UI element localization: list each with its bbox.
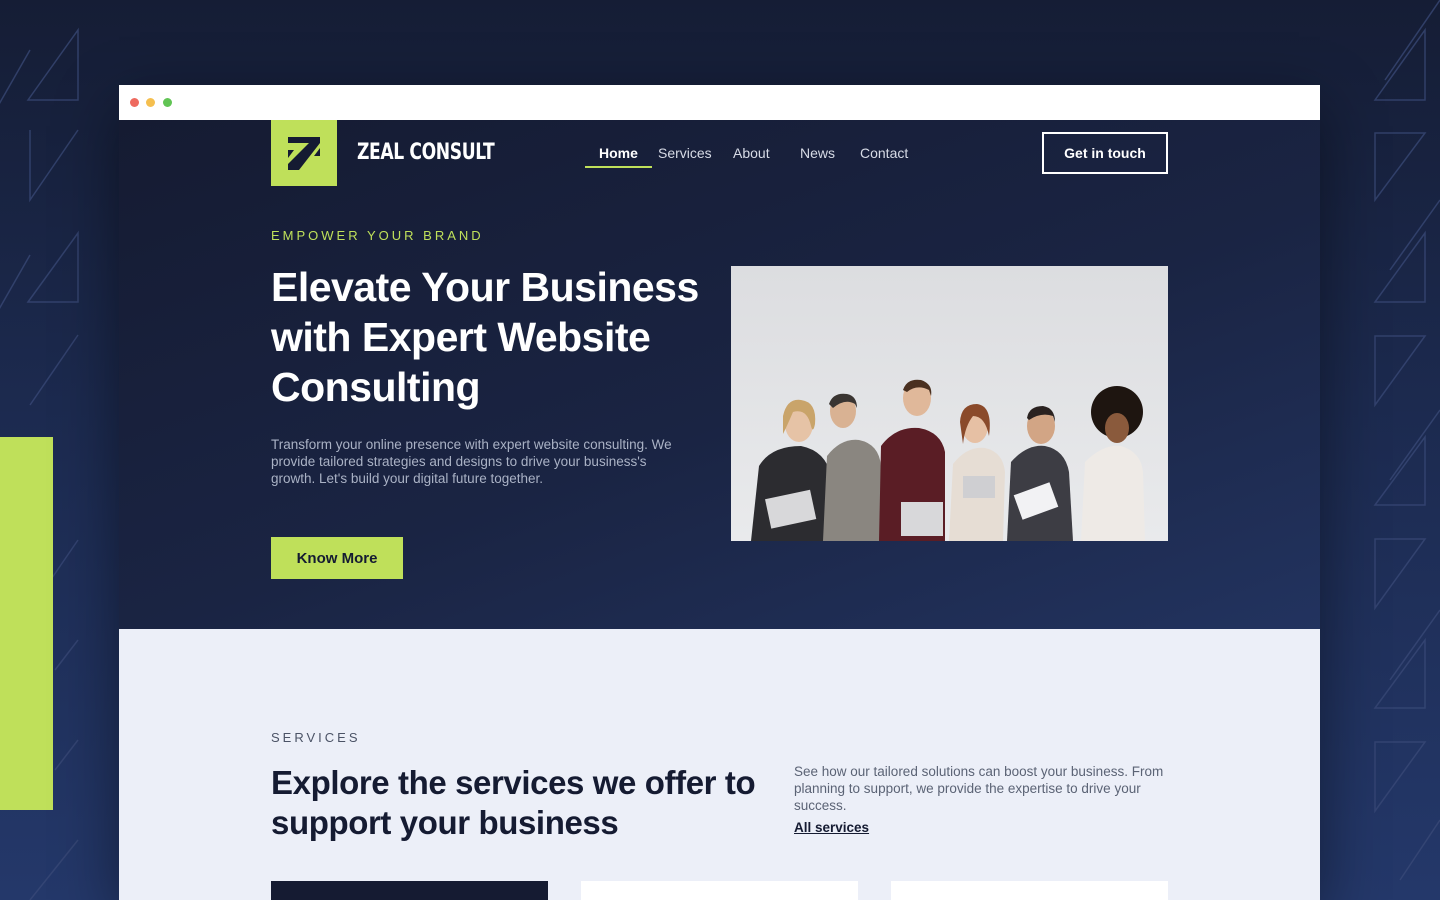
nav-contact[interactable]: Contact — [860, 145, 908, 161]
logo[interactable] — [271, 120, 337, 186]
services-description: See how our tailored solutions can boost… — [794, 764, 1164, 813]
hero-description: Transform your online presence with expe… — [271, 437, 672, 486]
team-photo-icon — [731, 266, 1168, 541]
nav-services[interactable]: Services — [658, 145, 712, 161]
hero-eyebrow: EMPOWER YOUR BRAND — [271, 228, 484, 243]
services-title: Explore the services we offer to support… — [271, 764, 756, 841]
service-card[interactable] — [271, 881, 548, 900]
close-dot-icon[interactable] — [130, 98, 139, 107]
maximize-dot-icon[interactable] — [163, 98, 172, 107]
window-titlebar — [119, 85, 1320, 120]
browser-window: ZEAL CONSULT Home Services About News Co… — [119, 85, 1320, 900]
nav-about[interactable]: About — [733, 145, 770, 161]
brand-name[interactable]: ZEAL CONSULT — [357, 140, 495, 165]
nav-active-underline — [585, 166, 652, 168]
services-section: SERVICES Explore the services we offer t… — [119, 629, 1320, 900]
nav-home[interactable]: Home — [599, 145, 638, 161]
get-in-touch-button[interactable]: Get in touch — [1042, 132, 1168, 174]
z-logo-icon — [288, 137, 320, 170]
accent-strip — [0, 437, 53, 810]
service-card[interactable] — [891, 881, 1168, 900]
service-card[interactable] — [581, 881, 858, 900]
nav-news[interactable]: News — [800, 145, 835, 161]
all-services-link[interactable]: All services — [794, 820, 869, 835]
services-eyebrow: SERVICES — [271, 730, 361, 745]
hero-section: ZEAL CONSULT Home Services About News Co… — [119, 120, 1320, 629]
know-more-button[interactable]: Know More — [271, 537, 403, 579]
hero-title: Elevate Your Business with Expert Websit… — [271, 264, 699, 410]
minimize-dot-icon[interactable] — [146, 98, 155, 107]
